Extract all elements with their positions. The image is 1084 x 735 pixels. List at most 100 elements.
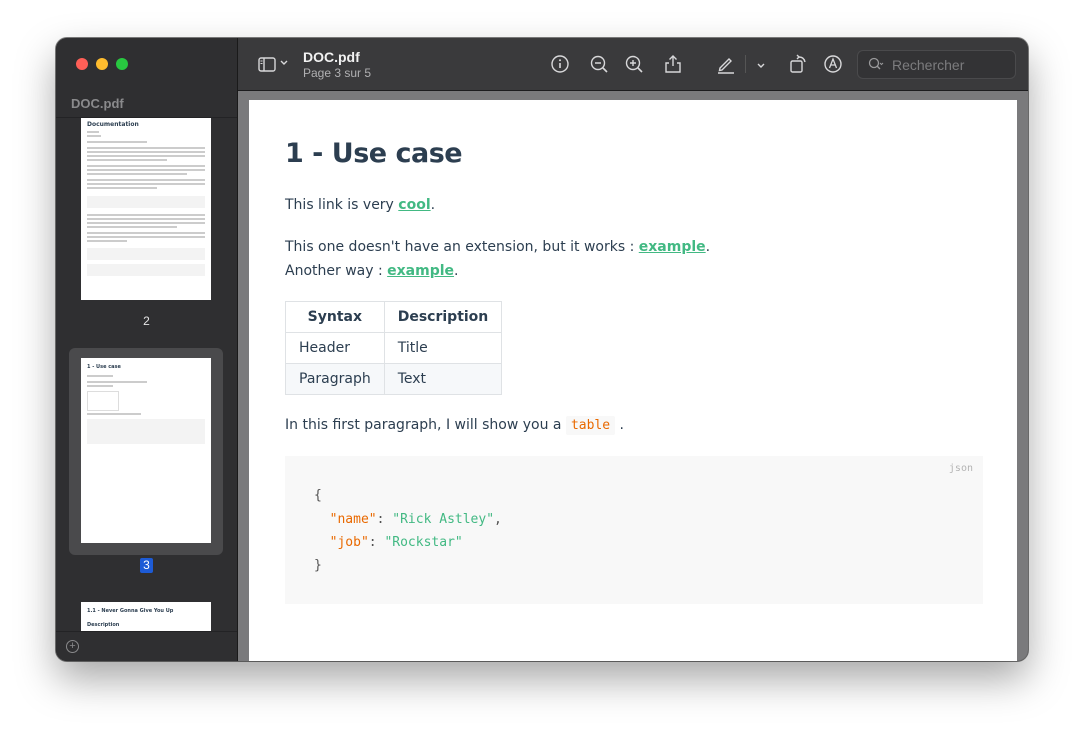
markup-pen-icon[interactable]: [715, 53, 737, 75]
thumbnail-line: [87, 165, 205, 167]
document-viewport[interactable]: 1 - Use case This link is very cool. Thi…: [238, 91, 1028, 661]
search-field[interactable]: Rechercher: [857, 50, 1016, 79]
thumbnail-codeblock: [87, 419, 205, 444]
table-cell: Header: [285, 332, 385, 364]
pdf-page: 1 - Use case This link is very cool. Thi…: [249, 100, 1017, 661]
sidebar-footer: +: [56, 631, 237, 661]
table-cell: Title: [383, 332, 503, 364]
link-example[interactable]: example: [639, 239, 706, 255]
code-string: "Rockstar": [384, 535, 463, 550]
sidebar-title: DOC.pdf: [71, 96, 124, 111]
paragraph-text: This one doesn't have an extension, but …: [285, 239, 639, 255]
chevron-down-icon[interactable]: [278, 55, 290, 67]
paragraph-text: .: [430, 197, 436, 213]
thumbnail-line: [87, 179, 205, 181]
thumbnail-page-2[interactable]: Documentation: [81, 118, 211, 300]
paragraph-text: .: [454, 263, 459, 279]
toolbar: DOC.pdf Page 3 sur 5 Rechercher: [238, 38, 1028, 91]
info-icon[interactable]: [549, 53, 571, 75]
thumbnail-line: [87, 413, 141, 415]
thumbnail-line: [87, 155, 205, 157]
thumbnail-heading: 1 - Use case: [87, 364, 121, 370]
preview-window: DOC.pdf Documentation 2 1 - Use case 3 1…: [56, 38, 1028, 661]
link-example-2[interactable]: example: [387, 263, 454, 279]
code-string: "Rick Astley": [392, 512, 495, 527]
code-block: json { "name": "Rick Astley", "job": "Ro…: [285, 456, 983, 604]
thumbnail-line: [87, 214, 205, 216]
code-key: "name": [329, 512, 377, 527]
minimize-window-button[interactable]: [96, 58, 108, 70]
table-row: Paragraph Text: [285, 363, 503, 395]
code-line: {: [314, 488, 322, 503]
thumbnail-heading: 1.1 - Never Gonna Give You Up: [87, 608, 174, 614]
page-heading: 1 - Use case: [285, 138, 463, 169]
link-cool[interactable]: cool: [398, 197, 430, 213]
table-header: Syntax: [285, 301, 385, 333]
share-icon[interactable]: [662, 53, 684, 75]
thumbnail-line: [87, 159, 167, 161]
thumbnail-codeblock: [87, 196, 205, 208]
page-indicator: Page 3 sur 5: [303, 66, 372, 80]
thumbnail-page-3[interactable]: 1 - Use case: [81, 358, 211, 543]
paragraph-1: This link is very cool.: [285, 197, 435, 213]
thumbnail-line: [87, 173, 187, 175]
zoom-out-icon[interactable]: [588, 53, 610, 75]
thumbnail-codeblock: [87, 248, 205, 260]
thumbnail-line: [87, 385, 113, 387]
add-icon[interactable]: +: [66, 640, 79, 653]
paragraph-2: This one doesn't have an extension, but …: [285, 239, 710, 255]
thumbnail-line: [87, 169, 205, 171]
thumbnail-line: [87, 131, 99, 133]
table-header-row: Syntax Description: [285, 301, 503, 333]
thumbnail-table: [87, 391, 119, 411]
zoom-window-button[interactable]: [116, 58, 128, 70]
paragraph-text: In this first paragraph, I will show you…: [285, 417, 566, 433]
paragraph-text: .: [705, 239, 711, 255]
thumbnail-page-number: 2: [143, 314, 150, 328]
chevron-down-icon[interactable]: [755, 58, 767, 70]
table-cell: Text: [383, 363, 503, 395]
thumbnail-heading: Documentation: [87, 121, 139, 128]
thumbnail-line: [87, 222, 205, 224]
thumbnail-line: [87, 187, 157, 189]
code-line: "name": "Rick Astley",: [329, 512, 502, 527]
close-window-button[interactable]: [76, 58, 88, 70]
code-token: {: [314, 488, 322, 503]
thumbnail-sidebar: DOC.pdf Documentation 2 1 - Use case 3 1…: [56, 38, 238, 661]
code-line: }: [314, 558, 322, 573]
table-header: Description: [383, 301, 503, 333]
search-placeholder: Rechercher: [892, 57, 965, 73]
code-line: "job": "Rockstar": [329, 535, 463, 550]
document-title: DOC.pdf: [303, 49, 360, 65]
thumbnail-line: [87, 135, 101, 137]
paragraph-text: .: [615, 417, 624, 433]
thumbnail-line: [87, 375, 113, 377]
thumbnail-page-4[interactable]: 1.1 - Never Gonna Give You Up Descriptio…: [81, 602, 211, 632]
thumbnail-codeblock: [87, 264, 205, 276]
thumbnail-line: [87, 141, 147, 143]
paragraph-text: Another way :: [285, 263, 388, 279]
thumbnail-line: [87, 218, 205, 220]
thumbnail-line: [87, 236, 205, 238]
thumbnail-line: [87, 240, 127, 242]
zoom-in-icon[interactable]: [623, 53, 645, 75]
thumbnail-list[interactable]: Documentation 2 1 - Use case 3 1.1 - Nev…: [56, 118, 237, 632]
thumbnail-line: [87, 183, 205, 185]
inline-code: table: [565, 416, 616, 435]
sidebar-toggle-icon[interactable]: [256, 53, 278, 75]
table-cell: Paragraph: [285, 363, 385, 395]
thumbnail-line: [87, 226, 177, 228]
paragraph-4: In this first paragraph, I will show you…: [285, 416, 624, 435]
rotate-icon[interactable]: [787, 53, 809, 75]
annotate-icon[interactable]: [822, 53, 844, 75]
syntax-table: Syntax Description Header Title Paragrap…: [285, 301, 503, 395]
thumbnail-page-number-selected: 3: [140, 558, 153, 573]
paragraph-3: Another way : example.: [285, 263, 458, 279]
toolbar-separator: [745, 55, 746, 73]
table-row: Header Title: [285, 332, 503, 364]
code-language-label: json: [948, 463, 973, 474]
search-icon: [867, 56, 885, 74]
thumbnail-line: [87, 232, 205, 234]
thumbnail-line: [87, 381, 147, 383]
paragraph-text: This link is very: [285, 197, 399, 213]
